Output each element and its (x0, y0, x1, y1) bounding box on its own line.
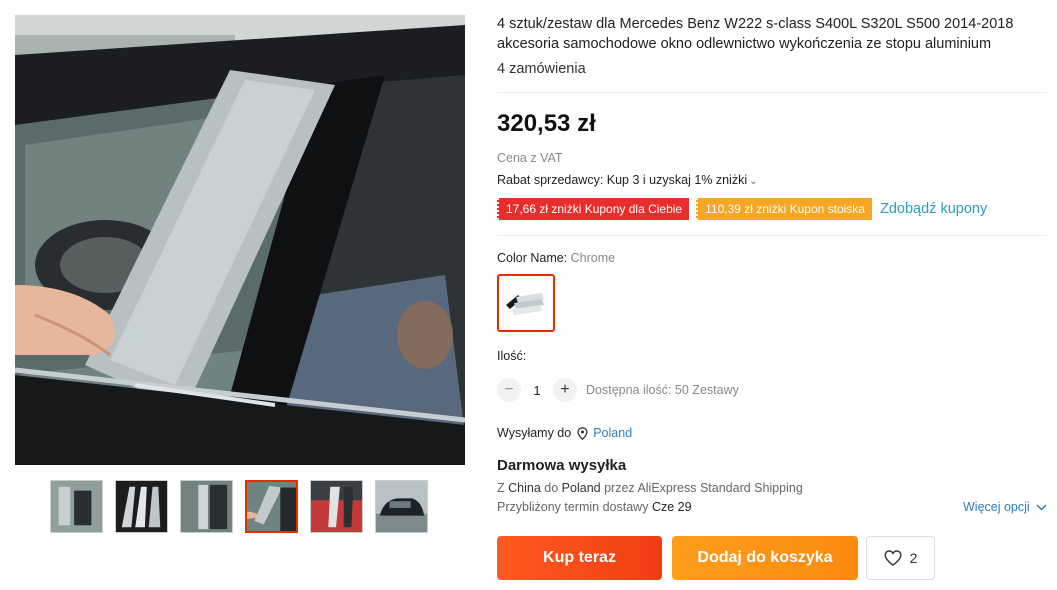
wishlist-count: 2 (909, 550, 918, 566)
ship-to-country-link[interactable]: Poland (593, 426, 632, 440)
decrease-quantity-button[interactable]: − (497, 378, 521, 402)
thumbnail-5[interactable] (310, 480, 363, 533)
more-options-label: Więcej opcji (963, 500, 1030, 514)
get-coupons-link[interactable]: Zdobądź kupony (880, 201, 987, 217)
seller-discount[interactable]: Rabat sprzedawcy: Kup 3 i uzyskaj 1% zni… (497, 173, 758, 187)
available-quantity: Dostępna ilość: 50 Zestawy (586, 383, 739, 397)
personal-coupon-badge[interactable]: 17,66 zł zniżki Kupony dla Ciebie (497, 197, 692, 220)
thumbnail-1[interactable] (50, 480, 103, 533)
route-origin: China (508, 481, 541, 495)
vat-note: Cena z VAT (497, 151, 563, 165)
product-price: 320,53 zł (497, 110, 596, 137)
delivery-estimate: Przybliżony termin dostawy Cze 29 (497, 500, 692, 514)
location-pin-icon (577, 426, 588, 440)
thumbnail-3[interactable] (180, 480, 233, 533)
quantity-label: Ilość: (497, 349, 527, 363)
add-to-cart-button[interactable]: Dodaj do koszyka (672, 536, 858, 580)
wishlist-button[interactable]: 2 (866, 536, 935, 580)
quantity-value[interactable]: 1 (521, 383, 553, 398)
car-pillar-photo (15, 15, 465, 465)
color-label-text: Color Name: (497, 251, 568, 265)
thumbnail-2[interactable] (115, 480, 168, 533)
swatch-thumbnail-icon (506, 293, 544, 315)
eta-value: Cze 29 (651, 500, 692, 514)
store-coupon-badge[interactable]: 110,39 zł zniżki Kupon stoiska (696, 197, 874, 220)
heart-icon (884, 550, 902, 566)
seller-discount-text: Rabat sprzedawcy: Kup 3 i uzyskaj 1% zni… (497, 173, 748, 187)
chevron-down-icon (1036, 503, 1047, 511)
shipping-route: Z China do Poland przez AliExpress Stand… (497, 481, 803, 495)
quantity-stepper: − 1 + Dostępna ilość: 50 Zestawy (497, 378, 739, 402)
chevron-down-icon: ⌄ (749, 176, 758, 187)
color-selector-label: Color Name: Chrome (497, 251, 615, 265)
product-info-panel: 4 sztuk/zestaw dla Mercedes Benz W222 s-… (497, 0, 1052, 590)
more-shipping-options-link[interactable]: Więcej opcji (963, 500, 1047, 514)
coupon-row: 17,66 zł zniżki Kupony dla Ciebie 110,39… (497, 197, 987, 220)
thumbnail-strip (50, 480, 430, 534)
route-from-prefix: Z (497, 481, 505, 495)
ship-to-label: Wysyłamy do (497, 426, 572, 440)
route-to-prefix: do (544, 481, 559, 495)
thumbnail-4[interactable] (245, 480, 298, 533)
increase-quantity-button[interactable]: + (553, 378, 577, 402)
eta-label: Przybliżony termin dostawy (497, 500, 649, 514)
orders-count: 4 zamówienia (497, 61, 586, 77)
color-value: Chrome (570, 251, 616, 265)
thumbnail-6[interactable] (375, 480, 428, 533)
product-title: 4 sztuk/zestaw dla Mercedes Benz W222 s-… (497, 16, 1014, 52)
buy-now-button[interactable]: Kup teraz (497, 536, 662, 580)
free-shipping-title: Darmowa wysyłka (497, 457, 627, 474)
route-destination: Poland (561, 481, 601, 495)
divider (497, 235, 1047, 236)
divider (497, 92, 1047, 93)
color-swatch-chrome[interactable] (497, 274, 555, 332)
route-carrier: przez AliExpress Standard Shipping (604, 481, 803, 495)
main-product-image[interactable] (15, 15, 465, 465)
ship-to: Wysyłamy do Poland (497, 426, 632, 440)
